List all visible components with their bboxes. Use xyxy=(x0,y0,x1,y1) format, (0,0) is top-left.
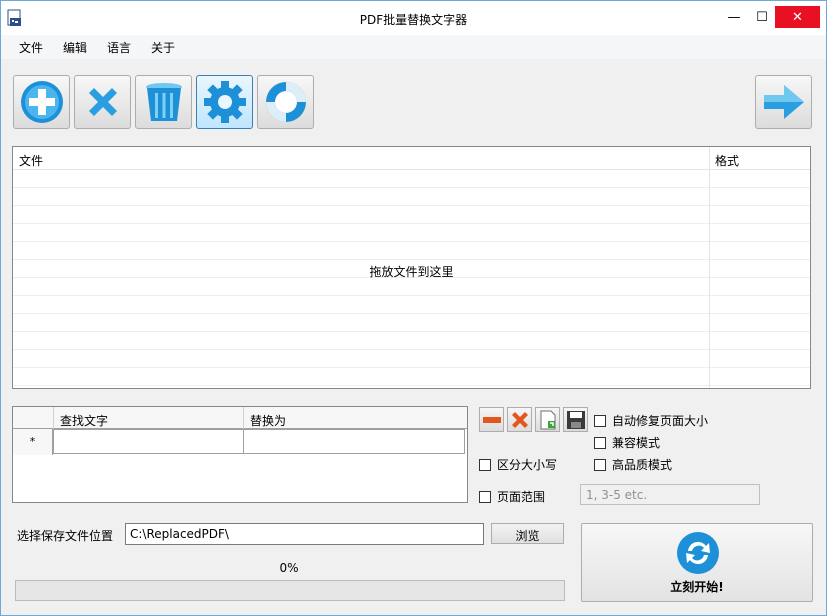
high-quality-checkbox[interactable]: 高品质模式 xyxy=(594,456,672,473)
minimize-button[interactable]: — xyxy=(719,2,749,32)
next-button[interactable] xyxy=(755,75,812,129)
maximize-button[interactable]: ☐ xyxy=(747,2,777,32)
column-file[interactable]: 文件 xyxy=(19,152,43,169)
file-list-row[interactable] xyxy=(13,296,810,314)
page-range-checkbox[interactable]: 页面范围 xyxy=(479,488,545,505)
menu-edit[interactable]: 编辑 xyxy=(53,39,97,56)
grid-header: 查找文字 替换为 xyxy=(13,407,467,429)
start-label: 立刻开始! xyxy=(670,580,724,594)
column-find-text[interactable]: 查找文字 xyxy=(54,407,244,429)
file-list-row[interactable] xyxy=(13,206,810,224)
file-list-row[interactable] xyxy=(13,188,810,206)
title-bar: PDF批量替换文字器 — ☐ ✕ xyxy=(1,1,826,35)
page-range-label: 页面范围 xyxy=(497,490,546,504)
window-title: PDF批量替换文字器 xyxy=(359,13,468,27)
menu-about[interactable]: 关于 xyxy=(141,39,185,56)
auto-fix-page-size-label: 自动修复页面大小 xyxy=(612,414,709,428)
file-list-row[interactable] xyxy=(13,170,810,188)
help-icon xyxy=(265,82,306,122)
replace-with-cell[interactable] xyxy=(243,429,465,454)
menu-bar: 文件 编辑 语言 关于 xyxy=(1,35,826,59)
menu-language[interactable]: 语言 xyxy=(97,39,141,56)
refresh-icon xyxy=(677,532,719,574)
column-format[interactable]: 格式 xyxy=(715,152,739,169)
file-list-row[interactable] xyxy=(13,368,810,386)
save-icon xyxy=(566,410,585,429)
clear-list-button[interactable] xyxy=(135,75,192,129)
grid-corner xyxy=(13,407,54,429)
progress-bar xyxy=(15,580,565,601)
close-button[interactable]: ✕ xyxy=(775,6,820,28)
add-files-button[interactable] xyxy=(13,75,70,129)
file-list-row[interactable] xyxy=(13,224,810,242)
page-range-input[interactable]: 1, 3-5 etc. xyxy=(580,484,760,505)
compat-mode-checkbox[interactable]: 兼容模式 xyxy=(594,434,660,451)
help-button[interactable] xyxy=(257,75,314,129)
remove-row-button[interactable] xyxy=(479,407,504,432)
file-list-row[interactable] xyxy=(13,314,810,332)
compat-mode-label: 兼容模式 xyxy=(612,436,661,450)
checkbox-box[interactable] xyxy=(479,490,491,503)
delete-icon xyxy=(511,411,528,428)
save-path-input[interactable]: C:\ReplacedPDF\ xyxy=(125,523,484,545)
file-list-row[interactable] xyxy=(13,242,810,260)
checkbox-box[interactable] xyxy=(479,458,491,471)
drop-hint: 拖放文件到这里 xyxy=(369,265,454,279)
menu-file[interactable]: 文件 xyxy=(9,39,53,56)
import-rules-button[interactable] xyxy=(535,407,560,432)
remove-file-button[interactable] xyxy=(74,75,131,129)
file-list-row[interactable] xyxy=(13,332,810,350)
find-text-cell[interactable] xyxy=(53,429,244,454)
file-list[interactable]: 文件 格式 拖放文件到这里 xyxy=(12,146,811,389)
browse-button[interactable]: 浏览 xyxy=(491,523,564,544)
trash-icon xyxy=(145,83,182,121)
case-sensitive-label: 区分大小写 xyxy=(497,458,558,472)
auto-fix-page-size-checkbox[interactable]: 自动修复页面大小 xyxy=(594,412,708,429)
settings-icon xyxy=(203,81,246,123)
minus-icon xyxy=(482,416,501,423)
case-sensitive-checkbox[interactable]: 区分大小写 xyxy=(479,456,557,473)
file-list-row[interactable] xyxy=(13,350,810,368)
delete-rows-button[interactable] xyxy=(507,407,532,432)
file-list-header: 文件 格式 xyxy=(13,147,810,170)
progress-text: 0% xyxy=(279,561,299,575)
new-row-marker: * xyxy=(13,429,53,455)
settings-button[interactable] xyxy=(196,75,253,129)
arrow-right-icon xyxy=(763,85,804,119)
save-rules-button[interactable] xyxy=(563,407,588,432)
app-window: PDF批量替换文字器 — ☐ ✕ 文件 编辑 语言 关于 文件 格式 拖放文件到… xyxy=(0,0,827,616)
remove-icon xyxy=(88,88,117,116)
file-list-row[interactable] xyxy=(13,278,810,296)
checkbox-box[interactable] xyxy=(594,458,606,471)
checkbox-box[interactable] xyxy=(594,414,606,427)
checkbox-box[interactable] xyxy=(594,436,606,449)
grid-new-row: * xyxy=(13,429,467,455)
replace-rules-grid[interactable]: 查找文字 替换为 * xyxy=(12,406,468,503)
import-icon xyxy=(540,410,555,429)
high-quality-label: 高品质模式 xyxy=(612,458,673,472)
save-location-label: 选择保存文件位置 xyxy=(17,529,114,543)
start-button[interactable]: 立刻开始! xyxy=(581,523,813,602)
add-icon xyxy=(20,81,63,123)
column-replace-with[interactable]: 替换为 xyxy=(244,407,467,429)
